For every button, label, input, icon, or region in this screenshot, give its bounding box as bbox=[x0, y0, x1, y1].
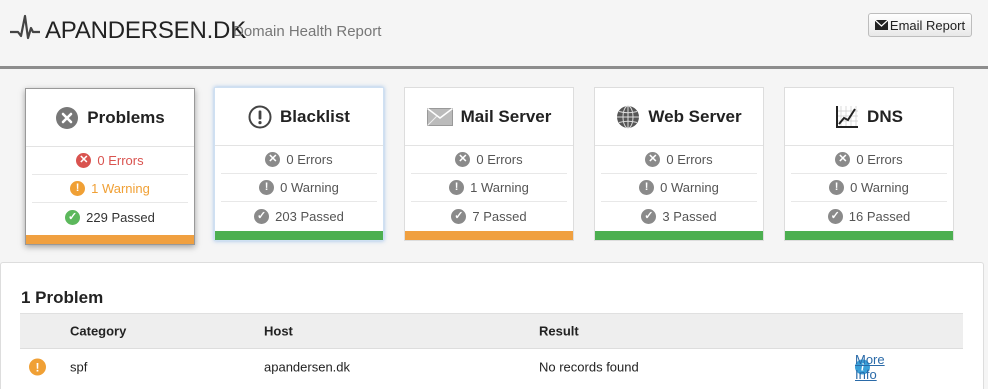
more-info-label: More Info bbox=[855, 352, 885, 382]
card-row-warnings: ! 0 Warning bbox=[601, 174, 757, 202]
card-row-warnings: ! 1 Warning bbox=[32, 175, 188, 203]
card-blacklist[interactable]: Blacklist ✕ 0 Errors ! 0 Warning ✓ 203 P… bbox=[214, 87, 384, 241]
column-header-category: Category bbox=[70, 323, 127, 339]
card-row-errors: ✕ 0 Errors bbox=[411, 146, 567, 174]
envelope-icon bbox=[874, 20, 888, 30]
status-bar bbox=[215, 231, 383, 240]
globe-icon bbox=[617, 105, 640, 128]
problems-panel: 1 Problem Category Host Result ! spf apa… bbox=[0, 262, 984, 389]
card-title: Mail Server bbox=[460, 106, 552, 126]
card-title: Blacklist bbox=[280, 106, 350, 126]
passed-count: 203 Passed bbox=[275, 208, 344, 224]
card-row-warnings: ! 0 Warning bbox=[791, 174, 947, 202]
card-header: DNS bbox=[785, 88, 953, 146]
passed-count: 7 Passed bbox=[472, 208, 527, 224]
x-icon: ✕ bbox=[835, 152, 851, 167]
status-bar bbox=[26, 235, 194, 244]
envelope-icon bbox=[426, 107, 453, 126]
card-mail-server[interactable]: Mail Server ✕ 0 Errors ! 1 Warning ✓ 7 P… bbox=[404, 87, 574, 241]
card-header: Mail Server bbox=[405, 88, 573, 146]
card-row-passed: ✓ 16 Passed bbox=[791, 202, 947, 230]
card-header: Web Server bbox=[595, 88, 763, 146]
report-subtitle: Domain Health Report bbox=[233, 23, 382, 40]
card-problems[interactable]: Problems ✕ 0 Errors ! 1 Warning ✓ 229 Pa… bbox=[25, 88, 195, 245]
exclamation-icon: ! bbox=[829, 180, 845, 195]
check-icon: ✓ bbox=[827, 208, 843, 224]
passed-count: 229 Passed bbox=[86, 209, 155, 225]
check-icon: ✓ bbox=[451, 208, 467, 224]
warnings-count: 1 Warning bbox=[470, 180, 529, 195]
card-row-warnings: ! 0 Warning bbox=[221, 174, 377, 202]
errors-count: 0 Errors bbox=[856, 152, 903, 167]
x-circle-icon bbox=[56, 106, 79, 129]
warnings-count: 0 Warning bbox=[660, 180, 719, 195]
warnings-count: 0 Warning bbox=[850, 180, 909, 195]
card-row-passed: ✓ 203 Passed bbox=[221, 202, 377, 230]
card-row-passed: ✓ 229 Passed bbox=[32, 203, 188, 231]
row-host: apandersen.dk bbox=[264, 359, 351, 375]
table-header: Category Host Result bbox=[20, 313, 963, 349]
card-row-errors: ✕ 0 Errors bbox=[791, 146, 947, 174]
errors-count: 0 Errors bbox=[476, 152, 523, 167]
column-header-result: Result bbox=[539, 323, 579, 339]
card-row-passed: ✓ 3 Passed bbox=[601, 202, 757, 230]
errors-count: 0 Errors bbox=[286, 152, 333, 167]
card-web-server[interactable]: Web Server ✕ 0 Errors ! 0 Warning ✓ 3 Pa… bbox=[594, 87, 764, 241]
card-row-passed: ✓ 7 Passed bbox=[411, 202, 567, 230]
warnings-count: 0 Warning bbox=[280, 180, 339, 195]
table-row: ! spf apandersen.dk No records found i M… bbox=[20, 349, 963, 385]
status-bar bbox=[595, 231, 763, 240]
status-bar bbox=[405, 231, 573, 240]
passed-count: 16 Passed bbox=[848, 208, 911, 224]
status-bar bbox=[785, 231, 953, 240]
x-icon: ✕ bbox=[265, 152, 281, 167]
card-row-errors: ✕ 0 Errors bbox=[601, 146, 757, 174]
warning-icon: ! bbox=[29, 358, 46, 376]
card-header: Blacklist bbox=[215, 88, 383, 146]
email-report-button[interactable]: Email Report bbox=[868, 13, 972, 37]
card-row-errors: ✕ 0 Errors bbox=[221, 146, 377, 174]
column-header-host: Host bbox=[264, 323, 293, 339]
card-title: Web Server bbox=[648, 106, 742, 126]
row-result: No records found bbox=[539, 359, 639, 375]
x-icon: ✕ bbox=[455, 152, 471, 167]
x-icon: ✕ bbox=[645, 152, 661, 167]
row-category: spf bbox=[70, 359, 88, 375]
check-icon: ✓ bbox=[65, 209, 81, 225]
check-icon: ✓ bbox=[641, 208, 657, 224]
site-title: APANDERSEN.DK bbox=[45, 17, 247, 44]
card-header: Problems bbox=[26, 89, 194, 147]
errors-count: 0 Errors bbox=[666, 152, 713, 167]
exclamation-circle-icon bbox=[248, 105, 272, 128]
card-row-errors: ✕ 0 Errors bbox=[32, 147, 188, 175]
header: APANDERSEN.DK Domain Health Report Email… bbox=[0, 0, 988, 69]
error-icon: ✕ bbox=[76, 153, 92, 168]
exclamation-icon: ! bbox=[449, 180, 465, 195]
email-report-label: Email Report bbox=[889, 17, 966, 33]
passed-count: 3 Passed bbox=[662, 208, 717, 224]
pulse-logo-icon bbox=[10, 14, 40, 40]
check-icon: ✓ bbox=[254, 208, 270, 224]
card-title: Problems bbox=[87, 107, 165, 127]
exclamation-icon: ! bbox=[639, 180, 655, 195]
exclamation-icon: ! bbox=[259, 180, 275, 195]
card-title: DNS bbox=[867, 106, 903, 126]
problems-title: 1 Problem bbox=[21, 288, 104, 307]
errors-count: 0 Errors bbox=[97, 153, 144, 168]
warnings-count: 1 Warning bbox=[91, 181, 150, 196]
warning-icon: ! bbox=[70, 181, 86, 196]
card-dns[interactable]: DNS ✕ 0 Errors ! 0 Warning ✓ 16 Passed bbox=[784, 87, 954, 241]
card-row-warnings: ! 1 Warning bbox=[411, 174, 567, 202]
chart-icon bbox=[836, 105, 859, 128]
